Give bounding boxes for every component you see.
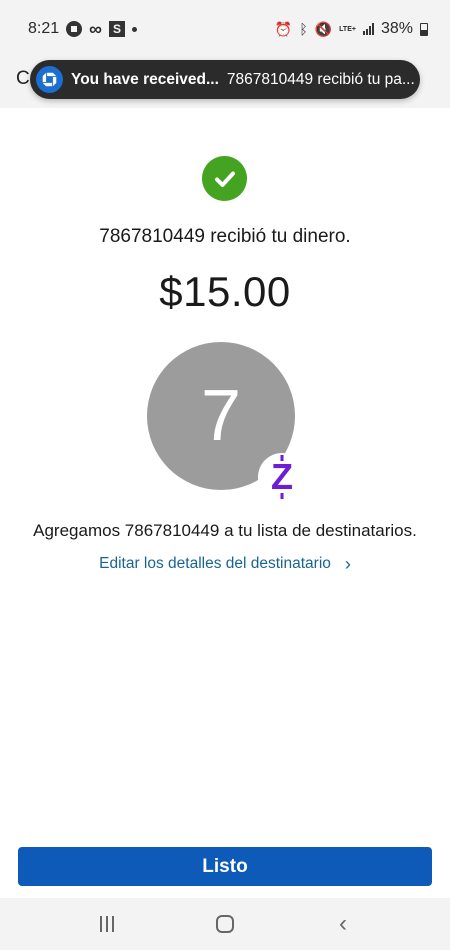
status-right: ⏰ ᛒ 🔇 LTE+ 38% [275,20,428,38]
status-time: 8:21 [28,20,60,37]
battery-percent: 38% [380,20,413,37]
status-bar: 8:21 ∞ S ⏰ ᛒ 🔇 LTE+ 38% [0,0,450,58]
zelle-logo-letter: Z [271,456,293,497]
status-left: 8:21 ∞ S [28,20,137,38]
done-button[interactable]: Listo [18,847,432,886]
lte-indicator: LTE+ [339,25,356,33]
success-check-icon [202,156,247,201]
chase-logo-icon [36,66,63,93]
home-icon [216,915,234,933]
header-title: C [16,68,30,89]
infinity-icon: ∞ [89,19,102,39]
back-button[interactable]: ‹ [318,904,368,944]
chase-notification-icon [66,21,83,37]
edit-recipient-label: Editar los detalles del destinatario [99,555,331,572]
screen: 8:21 ∞ S ⏰ ᛒ 🔇 LTE+ 38% C You have recei… [0,0,450,950]
added-recipient-message: Agregamos 7867810449 a tu lista de desti… [33,521,417,540]
recents-icon [100,916,114,932]
more-notifications-dot-icon [131,26,137,32]
amount: $15.00 [159,268,291,315]
signal-icon [362,23,374,35]
recents-button[interactable] [82,904,132,944]
bluetooth-icon: ᛒ [299,21,308,37]
received-message: 7867810449 recibió tu dinero. [99,226,351,247]
notification-title: You have received... [71,70,219,88]
home-button[interactable] [200,904,250,944]
edit-recipient-link[interactable]: Editar los detalles del destinatario › [0,555,450,573]
back-icon: ‹ [339,910,347,937]
system-nav-bar: ‹ [0,898,450,950]
s-app-icon: S [108,21,125,37]
alarm-icon: ⏰ [274,21,293,37]
notification-toast[interactable]: You have received... 7867810449 recibió … [30,60,420,99]
mute-icon: 🔇 [314,21,333,37]
zelle-badge-icon: Z [258,453,306,501]
battery-icon [420,22,428,36]
chevron-right-icon: › [344,554,351,574]
avatar-initial: 7 [200,376,242,456]
notification-body: 7867810449 recibió tu pa... [226,70,415,88]
